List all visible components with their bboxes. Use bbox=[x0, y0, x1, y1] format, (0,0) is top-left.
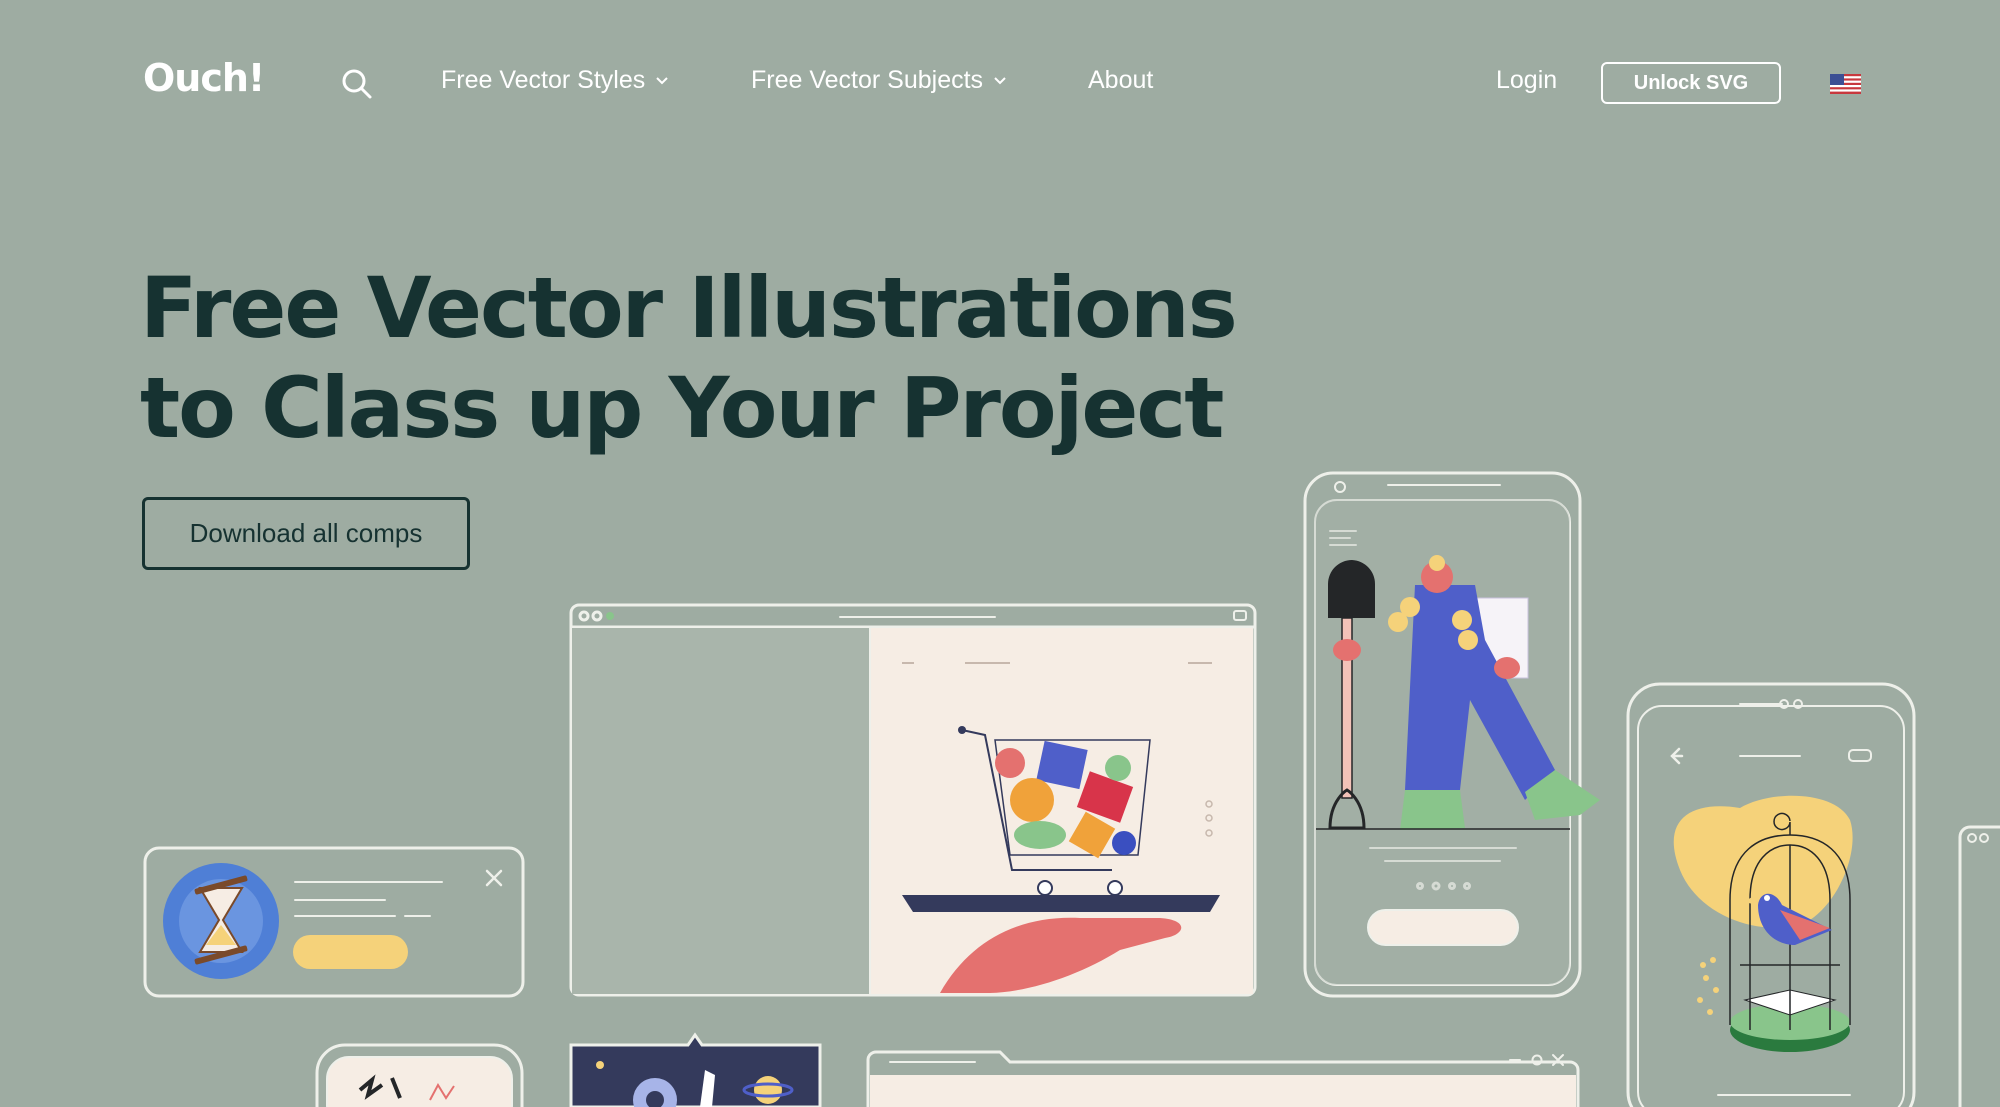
shopping-cart-illustration bbox=[902, 726, 1220, 993]
nav-label: Free Vector Styles bbox=[441, 66, 646, 94]
chevron-down-icon bbox=[656, 76, 668, 84]
file-window bbox=[866, 1050, 1580, 1107]
nav-label: Free Vector Subjects bbox=[751, 66, 984, 94]
hero-title-line-2: to Class up Your Project bbox=[140, 359, 1224, 457]
us-flag-icon[interactable] bbox=[1830, 74, 1861, 94]
sticker-illustration bbox=[358, 1074, 455, 1101]
birdcage-illustration bbox=[1673, 795, 1853, 1052]
nav-about[interactable]: About bbox=[1088, 66, 1153, 95]
sticker-card bbox=[315, 1043, 524, 1107]
offscreen-card bbox=[1958, 825, 2000, 1107]
hero-title-line-1: Free Vector Illustrations bbox=[140, 259, 1238, 357]
nav-label: About bbox=[1088, 66, 1154, 94]
chevron-down-icon bbox=[994, 76, 1006, 84]
nav-free-vector-styles[interactable]: Free Vector Styles bbox=[441, 66, 669, 95]
browser-window bbox=[569, 603, 1257, 997]
notification-card bbox=[143, 846, 525, 998]
nav-free-vector-subjects[interactable]: Free Vector Subjects bbox=[751, 66, 1007, 95]
phone-frame-1 bbox=[1303, 471, 1582, 998]
hero-title: Free Vector Illustrations to Class up Yo… bbox=[140, 258, 1320, 458]
hourglass-illustration bbox=[163, 863, 279, 979]
phone-frame-2 bbox=[1626, 682, 1916, 1107]
space-illustration bbox=[569, 1032, 822, 1107]
download-all-comps-button[interactable]: Download all comps bbox=[142, 497, 470, 570]
login-link[interactable]: Login bbox=[1496, 66, 1557, 95]
search-icon[interactable] bbox=[341, 68, 373, 100]
unlock-svg-button[interactable]: Unlock SVG bbox=[1601, 62, 1781, 104]
gardener-character-illustration bbox=[1314, 499, 1600, 985]
logo[interactable]: Ouch! bbox=[143, 56, 265, 100]
